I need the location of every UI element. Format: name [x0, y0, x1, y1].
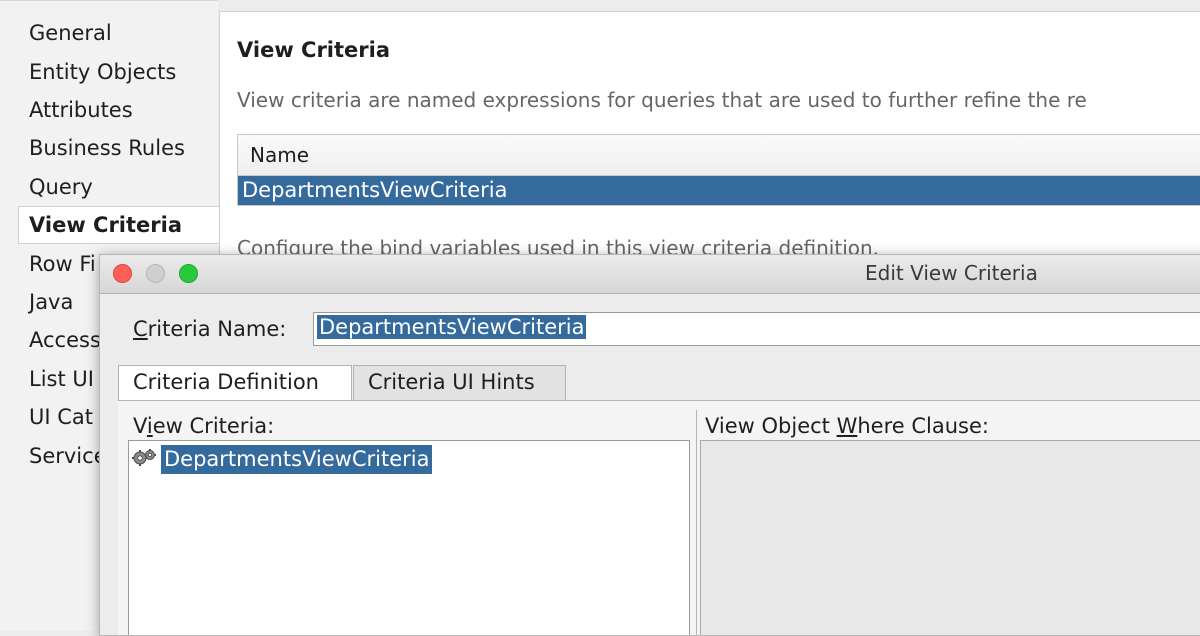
tab-criteria-ui-hints[interactable]: Criteria UI Hints — [353, 365, 566, 401]
sidebar-item-service[interactable]: Service — [29, 442, 107, 470]
split-pane-divider[interactable] — [696, 410, 697, 635]
where-clause-label: View Object Where Clause: — [705, 414, 989, 438]
criteria-gears-icon — [132, 449, 156, 466]
view-criteria-table: Name DepartmentsViewCriteria — [237, 134, 1200, 206]
sidebar-item-row-finders[interactable]: Row Fi — [29, 250, 96, 278]
criteria-name-value: DepartmentsViewCriteria — [317, 315, 587, 339]
view-criteria-label-post: ew Criteria: — [152, 414, 275, 438]
panel-title: View Criteria — [237, 38, 391, 62]
table-header-name[interactable]: Name — [238, 135, 1200, 176]
view-criteria-label: View Criteria: — [133, 414, 274, 438]
sidebar-item-list-ui-hints[interactable]: List UI — [29, 365, 94, 393]
criteria-name-mnemonic: C — [133, 317, 148, 341]
table-cell-name: DepartmentsViewCriteria — [242, 178, 508, 202]
view-criteria-item[interactable]: DepartmentsViewCriteria — [161, 445, 433, 474]
sidebar-item-business-rules[interactable]: Business Rules — [29, 134, 185, 162]
close-window-icon[interactable] — [113, 264, 132, 283]
sidebar-item-java[interactable]: Java — [29, 288, 73, 316]
criteria-name-label: Criteria Name: — [133, 317, 286, 341]
table-header-label: Name — [250, 143, 310, 167]
minimize-window-icon — [146, 264, 165, 283]
table-row[interactable]: DepartmentsViewCriteria — [238, 176, 1200, 205]
sidebar-item-general[interactable]: General — [29, 19, 112, 47]
dialog-titlebar[interactable]: Edit View Criteria — [100, 255, 1200, 294]
edit-view-criteria-dialog: Edit View Criteria Criteria Name: Depart… — [99, 254, 1200, 636]
tab-criteria-definition[interactable]: Criteria Definition — [118, 365, 352, 401]
criteria-name-label-text: riteria Name: — [147, 317, 287, 341]
sidebar-item-attributes[interactable]: Attributes — [29, 96, 133, 124]
criteria-name-input[interactable]: DepartmentsViewCriteria — [313, 312, 1200, 346]
maximize-window-icon[interactable] — [179, 264, 198, 283]
sidebar-item-ui-categories[interactable]: UI Cat — [29, 403, 93, 431]
view-criteria-tree[interactable]: DepartmentsViewCriteria — [128, 440, 690, 635]
panel-description: View criteria are named expressions for … — [237, 88, 1087, 112]
sidebar-item-view-criteria[interactable]: View Criteria — [29, 211, 182, 239]
view-criteria-label-pre: V — [133, 414, 147, 438]
sidebar-item-entity-objects[interactable]: Entity Objects — [29, 58, 176, 86]
dialog-title: Edit View Criteria — [865, 261, 1038, 285]
sidebar-item-query[interactable]: Query — [29, 173, 93, 201]
where-label-post: here Clause: — [857, 414, 989, 438]
where-label-pre: View Object — [705, 414, 837, 438]
where-clause-mnemonic: W — [836, 414, 858, 438]
where-clause-textarea[interactable] — [700, 440, 1200, 635]
sidebar-item-accessors[interactable]: Access — [29, 326, 101, 354]
